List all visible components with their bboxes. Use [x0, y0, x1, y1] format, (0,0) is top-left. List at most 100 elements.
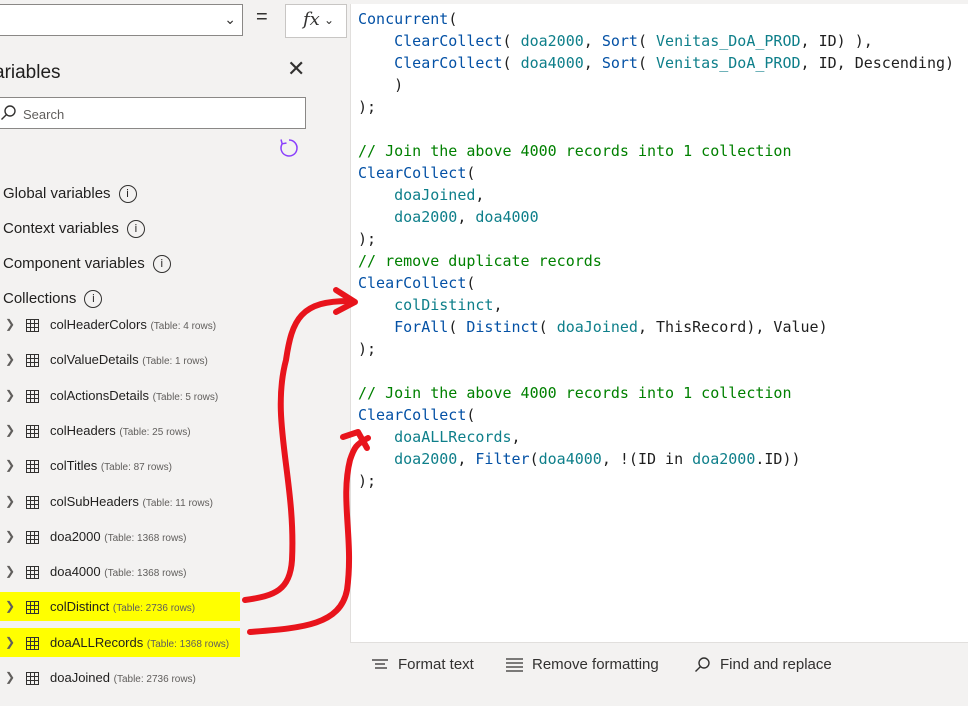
collection-row[interactable]: ❯ doa4000 (Table: 1368 rows) [0, 557, 322, 590]
close-icon[interactable]: ✕ [287, 58, 305, 80]
collection-label: doa2000 [50, 528, 101, 544]
table-icon [26, 530, 39, 544]
code-token: ClearCollect [394, 32, 503, 50]
code-token: , ID, Descending) [800, 54, 955, 72]
code-line: doaJoined, [358, 184, 954, 206]
section-context-variables[interactable]: Context variables i [3, 220, 145, 239]
collection-meta: (Table: 25 rows) [119, 426, 191, 438]
collection-label: doaJoined [50, 670, 110, 685]
code-token: Filter [475, 450, 530, 468]
chevron-right-icon[interactable]: ❯ [5, 670, 15, 684]
remove-formatting-button[interactable]: Remove formatting [506, 656, 659, 673]
collection-name: colActionsDetails (Table: 5 rows) [50, 388, 218, 403]
code-token: Sort [601, 54, 638, 72]
section-global-variables[interactable]: Global variables i [3, 185, 137, 204]
chevron-right-icon[interactable]: ❯ [5, 529, 15, 543]
code-token: ( [502, 32, 521, 50]
collection-row[interactable]: ❯ colTitles (Table: 87 rows) [0, 451, 322, 484]
code-token: ); [358, 340, 377, 358]
collection-row[interactable]: ❯ colHeaderColors (Table: 4 rows) [0, 310, 322, 343]
chevron-right-icon[interactable]: ❯ [5, 423, 15, 437]
code-token: ( [502, 54, 521, 72]
info-icon[interactable]: i [118, 185, 137, 204]
format-text-button[interactable]: Format text [372, 656, 474, 673]
code-token: ClearCollect [358, 164, 467, 182]
code-token: ForAll [394, 318, 449, 336]
section-collections[interactable]: Collections i [3, 290, 103, 309]
chevron-right-icon[interactable]: ❯ [5, 564, 15, 578]
chevron-right-icon[interactable]: ❯ [5, 317, 15, 331]
code-token: , [457, 208, 476, 226]
collection-meta: (Table: 11 rows) [142, 497, 213, 509]
code-token: ( [637, 54, 657, 72]
code-line: ClearCollect( doa4000, Sort( Venitas_DoA… [358, 52, 954, 74]
collection-row[interactable]: ❯ doaJoined (Table: 2736 rows) [0, 663, 322, 696]
formula-editor[interactable]: Concurrent( ClearCollect( doa2000, Sort(… [350, 4, 968, 686]
info-icon[interactable]: i [152, 255, 171, 274]
code-token: doa4000 [538, 450, 602, 468]
table-icon [26, 566, 39, 580]
section-label: Component variables [3, 255, 145, 272]
code-token: ClearCollect [358, 406, 467, 424]
search-input[interactable]: Search [0, 97, 306, 129]
code-token: Venitas_DoA_PROD [656, 54, 801, 72]
collection-name: colTitles (Table: 87 rows) [50, 458, 172, 473]
collection-label: doaALLRecords [50, 634, 144, 650]
code-token: ( [466, 406, 476, 424]
code-token: doa2000 [394, 208, 458, 226]
property-dropdown[interactable]: ⌄ [0, 4, 243, 36]
table-icon [26, 424, 39, 438]
code-token: ClearCollect [394, 54, 503, 72]
code-line: doaALLRecords, [358, 426, 954, 448]
code-line: ); [358, 228, 954, 250]
equals-sign: = [256, 6, 268, 28]
code-token: ClearCollect [358, 274, 467, 292]
code-token: , ID) ), [800, 32, 873, 50]
code-line: ); [358, 470, 954, 492]
code-token: ( [529, 450, 539, 468]
chevron-down-icon: ⌄ [324, 13, 335, 27]
fx-button[interactable]: fx ⌄ [285, 4, 347, 38]
collection-meta: (Table: 2736 rows) [112, 603, 196, 615]
code-token: ( [448, 10, 458, 28]
collection-name: colDistinct (Table: 2736 rows) [50, 599, 195, 614]
collection-label: colHeaders [50, 422, 116, 438]
code-line: colDistinct, [358, 294, 954, 316]
info-icon[interactable]: i [84, 290, 103, 309]
chevron-right-icon[interactable]: ❯ [5, 458, 15, 472]
collection-name: doa2000 (Table: 1368 rows) [50, 529, 187, 544]
collection-label: colDistinct [50, 599, 110, 615]
info-icon[interactable]: i [126, 220, 145, 239]
code-token: , [493, 296, 503, 314]
refresh-icon[interactable] [278, 137, 300, 164]
code-token: ); [358, 230, 377, 248]
chevron-right-icon[interactable]: ❯ [5, 352, 15, 366]
collection-row[interactable]: ❯ colHeaders (Table: 25 rows) [0, 416, 322, 449]
chevron-right-icon[interactable]: ❯ [5, 494, 15, 508]
code-token: doaALLRecords [394, 428, 512, 446]
formula-code[interactable]: Concurrent( ClearCollect( doa2000, Sort(… [358, 8, 954, 492]
find-replace-button[interactable]: Find and replace [694, 656, 832, 674]
chevron-right-icon[interactable]: ❯ [5, 388, 15, 402]
collection-row[interactable]: ❯ doaALLRecords (Table: 1368 rows) [0, 627, 322, 661]
collection-row[interactable]: ❯ colDistinct (Table: 2736 rows) [0, 592, 322, 625]
chevron-right-icon[interactable]: ❯ [5, 635, 15, 649]
code-line: ForAll( Distinct( doaJoined, ThisRecord)… [358, 316, 954, 338]
code-token: , [511, 428, 521, 446]
collection-row[interactable]: ❯ colValueDetails (Table: 1 rows) [0, 345, 322, 378]
code-token: Venitas_DoA_PROD [656, 32, 801, 50]
code-token: , [583, 32, 602, 50]
collection-row[interactable]: ❯ colActionsDetails (Table: 5 rows) [0, 381, 322, 414]
collection-meta: (Table: 1368 rows) [146, 638, 230, 650]
collection-row[interactable]: ❯ doa2000 (Table: 1368 rows) [0, 522, 322, 555]
chevron-right-icon[interactable]: ❯ [5, 599, 15, 613]
chevron-down-icon[interactable]: ⌄ [224, 11, 236, 28]
panel-title: ariables [0, 62, 61, 83]
code-token: // remove duplicate records [358, 252, 602, 270]
code-line: // Join the above 4000 records into 1 co… [358, 382, 954, 404]
collection-row[interactable]: ❯ colSubHeaders (Table: 11 rows) [0, 487, 322, 520]
search-placeholder: Search [23, 107, 65, 122]
section-component-variables[interactable]: Component variables i [3, 255, 171, 274]
